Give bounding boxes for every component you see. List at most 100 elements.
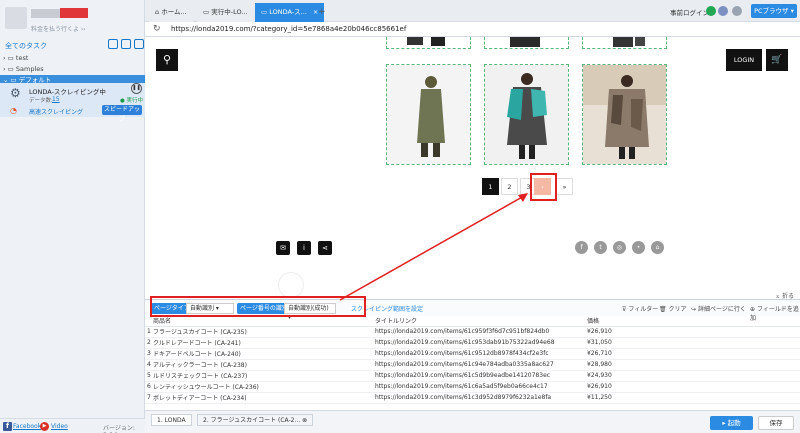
- product-name-cell: アルティックラーコート (CA-238): [151, 359, 373, 371]
- title-link-cell[interactable]: https://londa2019.com/items/61c5d9b9eadb…: [373, 370, 585, 382]
- highlight-box: [150, 296, 366, 317]
- table-row[interactable]: 1 フラージュスカイコート (CA-235) https://londa2019.c…: [145, 326, 800, 338]
- start-button[interactable]: ▸ 起動: [710, 416, 753, 430]
- col-header[interactable]: 価格: [585, 316, 800, 327]
- task-card[interactable]: ⚙ LONDA-スクレイピング中 データ数: 15 ● 実行中 ❚❚ ◔ 高速ス…: [0, 83, 145, 123]
- tab-home[interactable]: ⌂ ホーム...: [149, 3, 193, 22]
- filter-button[interactable]: ⊽ フィルター: [622, 304, 658, 313]
- table-row[interactable]: 7 ボレットディアーコート (CA-234) https://londa2019.c…: [145, 392, 800, 404]
- video-link[interactable]: Video: [51, 423, 68, 430]
- home-icon[interactable]: ⌂: [651, 241, 664, 254]
- table-row[interactable]: 3 ドキアードベルコート (CA-240) https://londa2019.co…: [145, 348, 800, 360]
- highlight-box: [530, 173, 557, 201]
- pc-browser-dropdown[interactable]: PCブラウザ ▾: [751, 4, 797, 18]
- price-cell: ¥28,980: [585, 359, 800, 371]
- bottom-bar: 1. LONDA 2. フラージュスカイコート (CA-2... ⊗ ▸ 起動 …: [145, 410, 800, 433]
- url-input[interactable]: https://londa2019.com/?category_id=5e786…: [171, 25, 406, 33]
- instagram-icon[interactable]: ◎: [613, 241, 626, 254]
- detail-page-button[interactable]: ↪ 詳細ページに行く: [691, 304, 746, 313]
- mail-icon[interactable]: ✉: [276, 241, 290, 255]
- table-header: 商品名 タイトルリンク 価格: [145, 316, 800, 327]
- price-cell: ¥11,250: [585, 392, 800, 404]
- product-name-cell: クルドレアードコート (CA-241): [151, 337, 373, 349]
- pagination-page[interactable]: 1: [482, 178, 499, 195]
- import-icon[interactable]: [121, 39, 131, 49]
- task-tree: › ▭ test › ▭ Samples ⌄ ▭ デフォルト: [0, 53, 145, 86]
- pause-icon[interactable]: ❚❚: [131, 83, 142, 94]
- add-tab-icon[interactable]: +: [318, 7, 326, 17]
- tree-item-test[interactable]: › ▭ test: [0, 53, 145, 64]
- title-link-cell[interactable]: https://londa2019.com/items/61c6a5ad5f9e…: [373, 381, 585, 393]
- avatar[interactable]: [5, 7, 27, 29]
- data-count-label: データ数:: [29, 98, 53, 104]
- login-button[interactable]: LOGIN: [726, 49, 762, 71]
- all-tasks-label[interactable]: 全てのタスク: [5, 41, 47, 51]
- tree-item-samples[interactable]: › ▭ Samples: [0, 64, 145, 75]
- web-page: ⚲ LOGIN 🛒 1 2 3 › » ✉ i ⋖ f t ◎ • ⌂: [148, 37, 796, 299]
- title-link-cell[interactable]: https://londa2019.com/items/61c3d952d897…: [373, 392, 585, 404]
- share-icon[interactable]: ⋖: [318, 241, 332, 255]
- tab-page-1[interactable]: 1. LONDA: [151, 414, 192, 426]
- settings-icon[interactable]: [732, 6, 742, 16]
- search-icon[interactable]: ⚲: [156, 49, 178, 71]
- pagination-page[interactable]: 2: [501, 178, 518, 195]
- price-cell: ¥24,930: [585, 370, 800, 382]
- product-image[interactable]: [484, 37, 569, 49]
- url-bar: ↻ https://londa2019.com/?category_id=5e7…: [145, 22, 800, 37]
- data-table: 商品名 タイトルリンク 価格 1 フラージュスカイコート (CA-235) http…: [145, 316, 800, 404]
- speedup-button[interactable]: スピードアップ: [102, 105, 142, 123]
- tab-running[interactable]: ▭ 実行中-LO...: [197, 3, 254, 22]
- price-cell: ¥26,710: [585, 348, 800, 360]
- product-image[interactable]: [386, 64, 471, 165]
- title-link-cell[interactable]: https://londa2019.com/items/61c94e784adb…: [373, 359, 585, 371]
- col-header[interactable]: 商品名: [151, 316, 373, 327]
- status-ok-icon: [706, 6, 716, 16]
- task-name: LONDA-スクレイピング中: [29, 88, 106, 96]
- table-row[interactable]: 4 アルティックラーコート (CA-238) https://londa2019.c…: [145, 359, 800, 371]
- sidebar-toolbar: [105, 39, 144, 51]
- facebook-link[interactable]: Facebook: [13, 423, 41, 430]
- export-icon[interactable]: [134, 39, 144, 49]
- refresh-icon[interactable]: ↻: [153, 24, 161, 34]
- tab-londa[interactable]: ▭ LONDA-ス... ×: [255, 3, 325, 22]
- product-image[interactable]: [484, 64, 569, 165]
- account-badge-redacted: [60, 8, 88, 18]
- pricing-link[interactable]: 料金を払う行くよ ››: [31, 24, 86, 33]
- table-row[interactable]: 6 レンティッシュウールコート (CA-236) https://londa2019…: [145, 381, 800, 393]
- pre-login-button[interactable]: 事前ログイン: [670, 7, 709, 17]
- new-task-icon[interactable]: [108, 39, 118, 49]
- sidebar: 料金を払う行くよ ›› 全てのタスク › ▭ test › ▭ Samples …: [0, 0, 145, 433]
- title-link-cell[interactable]: https://londa2019.com/items/61c959f3f6d7…: [373, 326, 585, 338]
- product-name-cell: レンティッシュウールコート (CA-236): [151, 381, 373, 393]
- info-icon[interactable]: i: [297, 241, 311, 255]
- product-name-cell: ボレットディアーコート (CA-234): [151, 392, 373, 404]
- data-count[interactable]: 15: [52, 96, 60, 103]
- browser-tabbar: ⌂ ホーム... ▭ 実行中-LO... ▭ LONDA-ス... × + 事前ロ…: [145, 0, 800, 22]
- product-image[interactable]: [582, 64, 667, 165]
- facebook-icon[interactable]: f: [575, 241, 588, 254]
- product-image[interactable]: [582, 37, 667, 49]
- price-cell: ¥31,050: [585, 337, 800, 349]
- product-name-cell: フラージュスカイコート (CA-235): [151, 326, 373, 338]
- tab-page-2[interactable]: 2. フラージュスカイコート (CA-2... ⊗: [197, 414, 314, 426]
- speed-label: 高速スクレイピング: [29, 109, 84, 116]
- line-icon[interactable]: •: [632, 241, 645, 254]
- clear-button[interactable]: 🗑 クリア: [659, 304, 687, 313]
- cart-icon[interactable]: 🛒: [766, 49, 788, 71]
- twitter-icon[interactable]: t: [594, 241, 607, 254]
- title-link-cell[interactable]: https://londa2019.com/items/61c9512db897…: [373, 348, 585, 360]
- robot-icon: ⚙: [10, 86, 21, 100]
- save-button[interactable]: 保存: [758, 416, 794, 430]
- table-row[interactable]: 5 ルドリスチェックコート (CA-237) https://londa2019.c…: [145, 370, 800, 382]
- status-badge: ● 実行中: [120, 98, 144, 104]
- puzzle-icon[interactable]: [718, 6, 728, 16]
- table-row[interactable]: 2 クルドレアードコート (CA-241) https://londa2019.co…: [145, 337, 800, 349]
- version-label: バージョン: 3.6.1: [103, 425, 135, 433]
- video-icon[interactable]: ▶: [40, 422, 49, 431]
- product-image[interactable]: [386, 37, 471, 49]
- col-header[interactable]: タイトルリンク: [373, 316, 585, 327]
- pagination-last-button[interactable]: »: [556, 178, 573, 195]
- price-cell: ¥26,910: [585, 326, 800, 338]
- facebook-icon[interactable]: f: [3, 422, 12, 431]
- title-link-cell[interactable]: https://londa2019.com/items/61c953dab91b…: [373, 337, 585, 349]
